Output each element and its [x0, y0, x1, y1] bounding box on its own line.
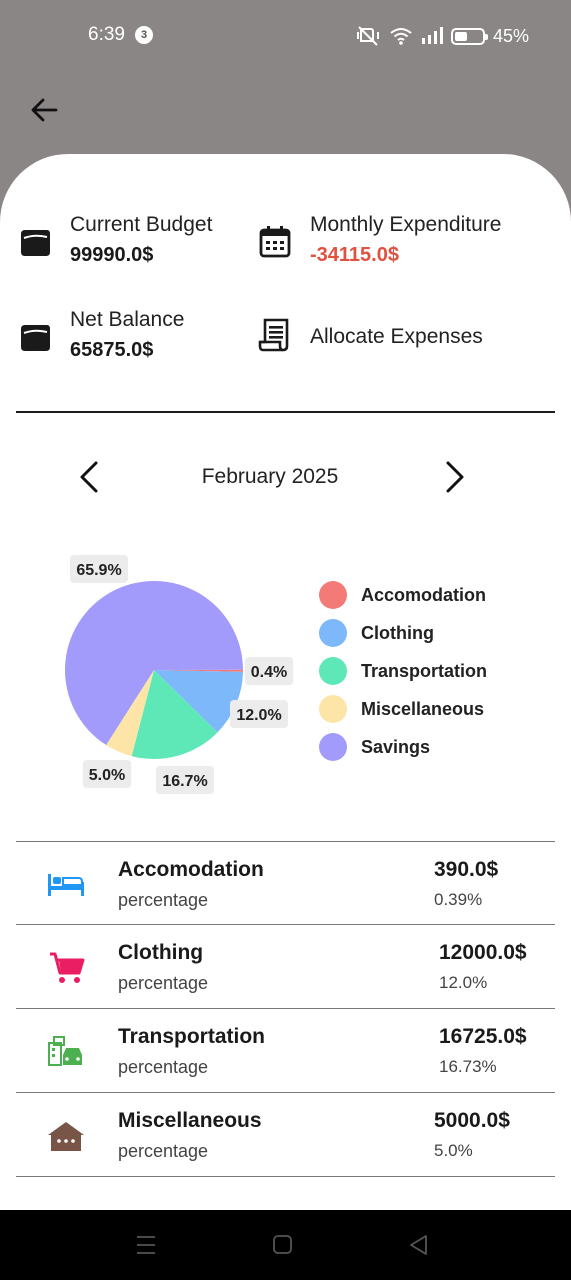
svg-text:0.4%: 0.4%: [251, 664, 287, 681]
chart-legend: Accomodation Clothing Transportation Miscel…: [319, 576, 487, 766]
pie-label-clothing: 12.0%: [230, 700, 288, 728]
legend-item-miscellaneous: Miscellaneous: [319, 690, 487, 728]
mute-vibrate-icon: [357, 26, 379, 46]
wifi-icon: [390, 28, 412, 45]
back-nav-icon[interactable]: [408, 1234, 430, 1256]
expense-subtitle: percentage: [118, 890, 209, 910]
chevron-right-icon[interactable]: [436, 459, 472, 495]
shopping-cart-icon: [46, 951, 86, 985]
current-budget-summary: Current Budget 99990.0$: [18, 212, 212, 268]
pie-label-accomodation: 0.4%: [244, 657, 294, 685]
current-budget-value: 99990.0$: [70, 244, 154, 266]
expense-amount: 390.0$: [434, 858, 499, 881]
legend-label: Savings: [361, 736, 431, 757]
home-icon[interactable]: [272, 1234, 294, 1256]
pie-label-miscellaneous: 5.0%: [82, 760, 132, 788]
expense-subtitle: percentage: [118, 973, 209, 993]
expense-percentage: 12.0%: [439, 973, 488, 992]
expense-amount: 16725.0$: [439, 1025, 527, 1048]
commute-icon: [46, 1035, 86, 1069]
legend-item-accomodation: Accomodation: [319, 576, 487, 614]
monthly-expenditure-label: Monthly Expenditure: [310, 213, 502, 236]
battery-icon: [451, 27, 488, 45]
svg-text:65.9%: 65.9%: [76, 562, 121, 579]
current-budget-label: Current Budget: [70, 213, 213, 236]
monthly-expenditure-value: -34115.0$: [310, 244, 399, 266]
legend-label: Clothing: [361, 622, 434, 643]
pie-label-transportation: 16.7%: [156, 766, 214, 794]
expense-name: Clothing: [118, 941, 204, 964]
recent-apps-icon[interactable]: [135, 1234, 157, 1256]
month-selector: February 2025: [0, 455, 571, 499]
expense-row-miscellaneous[interactable]: Miscellaneous percentage 5000.0$ 5.0%: [16, 1093, 555, 1177]
expense-pie-chart: 0.4% 12.0% 16.7% 5.0% 65.9%: [64, 555, 294, 794]
legend-item-clothing: Clothing: [319, 614, 487, 652]
legend-item-savings: Savings: [319, 728, 487, 766]
battery-level-fill: [455, 31, 467, 41]
monthly-expenditure-summary[interactable]: Monthly Expenditure -34115.0$: [258, 212, 501, 268]
legend-label: Miscellaneous: [361, 698, 485, 719]
legend-label: Transportation: [361, 660, 488, 681]
expense-amount: 12000.0$: [439, 941, 527, 964]
notification-count-badge: 3: [135, 26, 153, 44]
net-balance-label: Net Balance: [70, 308, 185, 331]
legend-swatch: [319, 581, 347, 609]
allocate-expenses-label: Allocate Expenses: [310, 325, 483, 348]
legend-swatch: [319, 619, 347, 647]
expense-percentage: 0.39%: [434, 890, 483, 909]
status-icons: 45%: [355, 24, 529, 48]
legend-swatch: [319, 657, 347, 685]
calendar-icon: [259, 226, 291, 258]
expense-name: Miscellaneous: [118, 1109, 262, 1132]
expense-subtitle: percentage: [118, 1057, 209, 1077]
status-time: 6:39: [88, 24, 125, 45]
expense-row-accomodation[interactable]: Accomodation percentage 390.0$ 0.39%: [16, 841, 555, 925]
legend-swatch: [319, 733, 347, 761]
expense-row-transportation[interactable]: Transportation percentage 16725.0$ 16.73%: [16, 1009, 555, 1093]
net-balance-summary: Net Balance 65875.0$: [18, 307, 184, 363]
expense-name: Accomodation: [118, 858, 264, 881]
house-icon: [46, 1119, 86, 1153]
legend-label: Accomodation: [361, 584, 487, 605]
expense-row-clothing[interactable]: Clothing percentage 12000.0$ 12.0%: [16, 925, 555, 1009]
expense-amount: 5000.0$: [434, 1109, 510, 1132]
status-bar: 6:39 3 45%: [0, 0, 571, 72]
system-nav-bar: [0, 1210, 571, 1280]
battery-percent: 45%: [493, 25, 530, 46]
signal-icon: [422, 27, 443, 44]
expense-percentage: 16.73%: [439, 1057, 497, 1076]
receipt-icon: [258, 318, 289, 352]
svg-text:5.0%: 5.0%: [89, 767, 125, 784]
expense-subtitle: percentage: [118, 1141, 209, 1161]
legend-item-transportation: Transportation: [319, 652, 487, 690]
bed-icon: [46, 868, 86, 902]
expense-name: Transportation: [118, 1025, 266, 1048]
net-balance-value: 65875.0$: [70, 339, 154, 361]
svg-text:12.0%: 12.0%: [236, 707, 281, 724]
svg-text:16.7%: 16.7%: [162, 773, 207, 790]
allocate-expenses-button[interactable]: Allocate Expenses: [258, 318, 483, 352]
wallet-icon: [21, 325, 50, 351]
section-divider: [16, 411, 555, 413]
back-arrow-icon[interactable]: [26, 92, 62, 128]
expense-list: Accomodation percentage 390.0$ 0.39% Clothin…: [16, 841, 555, 1177]
pie-label-savings: 65.9%: [70, 555, 128, 583]
wallet-icon: [21, 230, 50, 256]
expense-percentage: 5.0%: [434, 1141, 473, 1160]
legend-swatch: [319, 695, 347, 723]
